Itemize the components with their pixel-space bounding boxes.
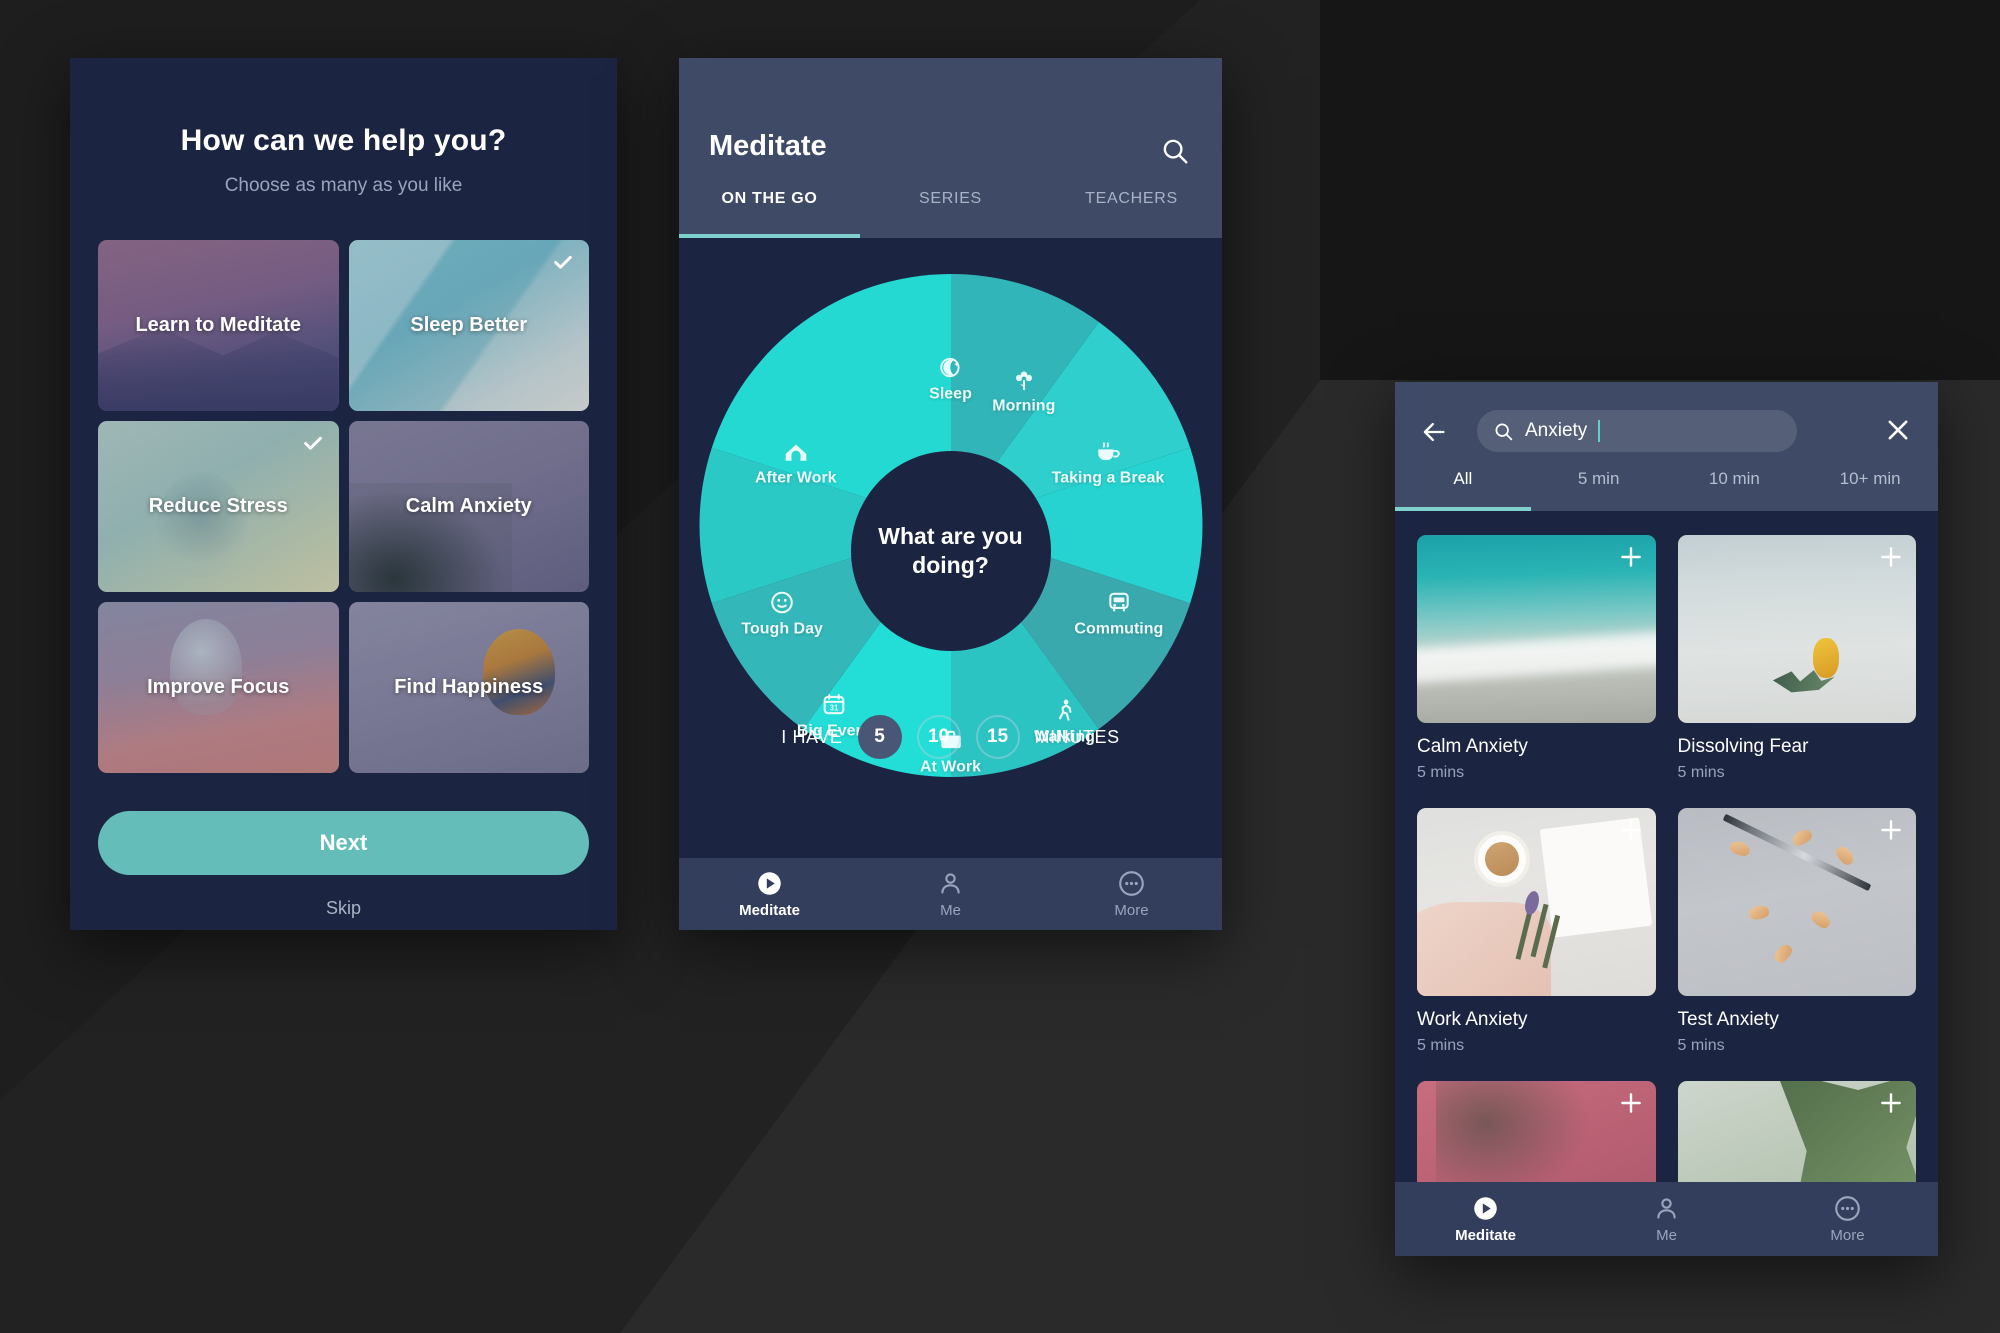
result-thumbnail [1677, 808, 1916, 996]
filter-tab-all[interactable]: All [1395, 464, 1531, 511]
goal-card-label: Sleep Better [410, 314, 528, 336]
tab-on-the-go[interactable]: ON THE GO [679, 184, 860, 238]
search-results-screen: Anxiety All 5 min 10 min 10+ min Calm An… [1395, 382, 1938, 1256]
nav-item-label: Meditate [1455, 1226, 1516, 1244]
meditate-screen: Meditate ON THE GO SERIES TEACHERS What … [679, 58, 1222, 930]
filter-tab-10-plus-min[interactable]: 10+ min [1802, 464, 1938, 511]
back-arrow-icon[interactable] [1420, 418, 1448, 446]
result-duration: 5 mins [1677, 764, 1725, 781]
duration-selector: I HAVE 5 10 15 MINUTES [679, 715, 1222, 759]
result-duration: 5 mins [1417, 764, 1465, 781]
goal-card-reduce-stress[interactable]: Reduce Stress [98, 421, 339, 592]
search-input[interactable]: Anxiety [1477, 410, 1797, 452]
page-title: How can we help you? [180, 124, 507, 157]
result-duration: 5 mins [1677, 1037, 1725, 1054]
result-thumbnail [1417, 535, 1656, 723]
close-icon[interactable] [1884, 416, 1912, 444]
plus-icon[interactable] [1878, 1090, 1904, 1116]
duration-filter-tabs: All 5 min 10 min 10+ min [1395, 464, 1938, 511]
skip-button[interactable]: Skip [70, 898, 617, 919]
duration-suffix-label: MINUTES [1034, 726, 1120, 747]
result-duration: 5 mins [1417, 1037, 1465, 1054]
page-subtitle: Choose as many as you like [224, 175, 463, 196]
goal-card-label: Calm Anxiety [405, 495, 532, 517]
bottom-nav: Meditate Me More [1395, 1182, 1938, 1256]
search-input-value: Anxiety [1525, 420, 1588, 441]
nav-item-label: More [1114, 901, 1149, 919]
nav-item-more[interactable]: More [1757, 1182, 1938, 1256]
goal-card-calm-anxiety[interactable]: Calm Anxiety [348, 421, 589, 592]
filter-tab-5-min[interactable]: 5 min [1531, 464, 1667, 511]
result-thumbnail [1677, 535, 1916, 723]
person-icon [1657, 1197, 1676, 1219]
nav-item-me[interactable]: Me [860, 858, 1041, 930]
nav-item-more[interactable]: More [1041, 858, 1222, 930]
plus-icon[interactable] [1878, 544, 1904, 570]
search-results-grid: Calm Anxiety 5 mins Dissolving Fear 5 mi… [1395, 511, 1938, 1256]
result-card-work-anxiety[interactable]: Work Anxiety 5 mins [1417, 808, 1656, 1055]
check-icon [303, 436, 322, 450]
next-button-label: Next [319, 830, 368, 855]
duration-option-10[interactable]: 10 [916, 715, 961, 759]
nav-item-label: Me [940, 901, 961, 919]
hub-line-2: doing? [912, 551, 989, 578]
goal-card-label: Learn to Meditate [135, 314, 302, 336]
plus-icon[interactable] [1618, 1090, 1644, 1116]
plus-icon[interactable] [1878, 817, 1904, 843]
nav-item-label: More [1830, 1226, 1865, 1244]
person-icon [941, 872, 960, 894]
bottom-nav: Meditate Me More [679, 858, 1222, 930]
tab-teachers[interactable]: TEACHERS [1041, 184, 1222, 238]
goal-card-improve-focus[interactable]: Improve Focus [98, 602, 339, 773]
nav-item-label: Meditate [739, 901, 800, 919]
app-title: Meditate [709, 130, 827, 162]
search-icon[interactable] [1160, 136, 1190, 166]
result-card-calm-anxiety[interactable]: Calm Anxiety 5 mins [1417, 535, 1656, 782]
goal-card-find-happiness[interactable]: Find Happiness [348, 602, 589, 773]
goal-card-learn-to-meditate[interactable]: Learn to Meditate [98, 240, 339, 411]
play-circle-icon [758, 871, 781, 895]
tab-series[interactable]: SERIES [860, 184, 1041, 238]
hub-line-1: What are you [878, 522, 1023, 549]
nav-item-meditate[interactable]: Meditate [679, 858, 860, 930]
screenshot-stage: How can we help you? Choose as many as y… [0, 0, 2000, 1333]
activity-wheel-area: What are you doing? Sleep Morning Taking … [679, 238, 1222, 863]
result-card-test-anxiety[interactable]: Test Anxiety 5 mins [1677, 808, 1916, 1055]
goal-card-label: Reduce Stress [148, 495, 288, 517]
nav-item-me[interactable]: Me [1576, 1182, 1757, 1256]
result-title: Dissolving Fear [1677, 736, 1809, 757]
result-card-dissolving-fear[interactable]: Dissolving Fear 5 mins [1677, 535, 1916, 782]
duration-option-15[interactable]: 15 [975, 715, 1020, 759]
result-thumbnail [1417, 808, 1656, 996]
duration-option-5[interactable]: 5 [857, 715, 902, 759]
plus-icon[interactable] [1618, 544, 1644, 570]
more-dots-icon [1835, 1195, 1860, 1221]
nav-item-label: Me [1656, 1226, 1677, 1244]
goal-card-sleep-better[interactable]: Sleep Better [348, 240, 589, 411]
meditate-tabs: ON THE GO SERIES TEACHERS [679, 184, 1222, 238]
search-icon [1495, 423, 1513, 440]
text-cursor [1598, 420, 1601, 442]
nav-item-meditate[interactable]: Meditate [1395, 1182, 1576, 1256]
duration-prefix-label: I HAVE [781, 726, 843, 747]
plus-icon[interactable] [1618, 817, 1644, 843]
check-icon [554, 255, 572, 269]
meditate-header: Meditate ON THE GO SERIES TEACHERS [679, 58, 1222, 238]
result-title: Test Anxiety [1677, 1009, 1779, 1030]
filter-tab-10-min[interactable]: 10 min [1667, 464, 1803, 511]
search-header: Anxiety All 5 min 10 min 10+ min [1395, 382, 1938, 511]
goal-card-label: Find Happiness [394, 676, 544, 698]
goal-card-grid: Learn to Meditate Sleep Better Reduce St… [98, 240, 589, 773]
onboarding-screen: How can we help you? Choose as many as y… [70, 58, 617, 930]
play-circle-icon [1474, 1196, 1497, 1220]
more-dots-icon [1119, 870, 1144, 896]
result-title: Work Anxiety [1417, 1009, 1528, 1030]
wheel-hub: What are you doing? [850, 450, 1051, 651]
goal-card-label: Improve Focus [147, 676, 290, 698]
onboarding-header: How can we help you? Choose as many as y… [70, 58, 617, 197]
result-title: Calm Anxiety [1417, 736, 1528, 757]
next-button[interactable]: Next [98, 811, 589, 875]
